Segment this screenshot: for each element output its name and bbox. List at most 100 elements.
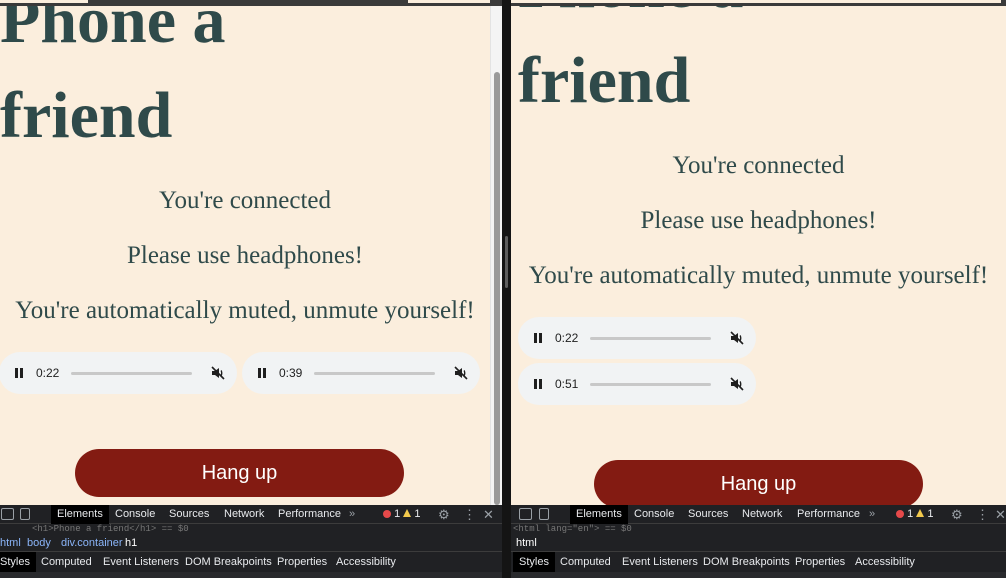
error-count: 1 xyxy=(394,508,401,520)
headphones-message: Please use headphones! xyxy=(640,207,877,234)
issues-counter[interactable]: 1 1 xyxy=(383,505,420,524)
warning-icon xyxy=(916,509,925,517)
kebab-menu-icon[interactable]: ⋮ xyxy=(976,505,989,524)
vertical-scrollbar[interactable] xyxy=(490,0,502,505)
tab-sources[interactable]: Sources xyxy=(163,505,215,524)
browser-pane-right: Phone a friend You're connected Please u… xyxy=(511,0,1006,578)
window-top-edge xyxy=(0,0,502,6)
styles-filter-strip xyxy=(0,572,502,578)
devtools-tabbar: Elements Console Sources Network Perform… xyxy=(0,505,502,524)
audio-player[interactable]: 0:51 xyxy=(518,363,756,405)
close-icon[interactable]: ✕ xyxy=(483,505,494,524)
volume-muted-icon[interactable] xyxy=(730,331,744,345)
pause-icon[interactable] xyxy=(532,332,544,344)
error-icon xyxy=(896,510,904,518)
audio-player[interactable]: 0:22 xyxy=(0,352,237,394)
breadcrumb-div-container[interactable]: div.container xyxy=(61,534,123,552)
audio-time: 0:51 xyxy=(555,377,579,391)
pane-divider[interactable] xyxy=(502,0,511,578)
tab-performance[interactable]: Performance xyxy=(272,505,347,524)
headphones-message: Please use headphones! xyxy=(126,242,364,269)
dom-tree-line[interactable]: <html lang="en"> == $0 xyxy=(511,524,1006,534)
devtools-tabbar: Elements Console Sources Network Perform… xyxy=(511,505,1006,524)
page-content: Phone a friend You're connected Please u… xyxy=(511,0,1006,505)
status-message: You're connected xyxy=(672,152,845,179)
tab-console[interactable]: Console xyxy=(628,505,680,524)
subtab-dom-breakpoints[interactable]: DOM Breakpoints xyxy=(179,552,278,572)
kebab-menu-icon[interactable]: ⋮ xyxy=(463,505,476,524)
volume-muted-icon[interactable] xyxy=(211,366,225,380)
inspect-element-icon[interactable] xyxy=(1,508,14,520)
audio-progress-track[interactable] xyxy=(590,337,711,340)
tab-elements[interactable]: Elements xyxy=(51,505,109,524)
more-tabs-button[interactable]: » xyxy=(343,505,361,524)
breadcrumb-h1[interactable]: h1 xyxy=(125,534,137,552)
pause-icon[interactable] xyxy=(256,367,268,379)
devtools-panel: Elements Console Sources Network Perform… xyxy=(511,505,1006,578)
audio-progress-track[interactable] xyxy=(314,372,435,375)
subtab-computed[interactable]: Computed xyxy=(554,552,617,572)
pause-icon[interactable] xyxy=(532,378,544,390)
volume-muted-icon[interactable] xyxy=(730,377,744,391)
tab-sources[interactable]: Sources xyxy=(682,505,734,524)
subtab-event-listeners[interactable]: Event Listeners xyxy=(97,552,185,572)
subtab-styles[interactable]: Styles xyxy=(0,552,36,572)
tab-network[interactable]: Network xyxy=(736,505,788,524)
warning-icon xyxy=(403,509,412,517)
muted-message: You're automatically muted, unmute yours… xyxy=(15,297,475,324)
audio-time: 0:22 xyxy=(555,331,579,345)
audio-time: 0:22 xyxy=(36,366,60,380)
warning-count: 1 xyxy=(414,508,421,520)
issues-counter[interactable]: 1 1 xyxy=(896,505,933,524)
warning-count: 1 xyxy=(927,508,934,520)
audio-player[interactable]: 0:22 xyxy=(518,317,756,359)
breadcrumb: html body div.container h1 xyxy=(0,534,502,552)
page-title: friend xyxy=(0,79,173,152)
tab-network[interactable]: Network xyxy=(218,505,270,524)
subtab-dom-breakpoints[interactable]: DOM Breakpoints xyxy=(697,552,796,572)
styles-filter-strip xyxy=(511,572,1006,578)
hang-up-button[interactable]: Hang up xyxy=(75,449,404,497)
tab-elements[interactable]: Elements xyxy=(570,505,628,524)
subtab-event-listeners[interactable]: Event Listeners xyxy=(616,552,704,572)
error-icon xyxy=(383,510,391,518)
subtab-styles[interactable]: Styles xyxy=(513,552,555,572)
styles-subtabbar: Styles Computed Event Listeners DOM Brea… xyxy=(0,552,502,572)
divider-grip[interactable] xyxy=(505,236,508,288)
gear-icon[interactable]: ⚙ xyxy=(438,505,450,524)
breadcrumb: html xyxy=(511,534,1006,552)
breadcrumb-html[interactable]: html xyxy=(0,534,21,552)
subtab-accessibility[interactable]: Accessibility xyxy=(330,552,402,572)
subtab-computed[interactable]: Computed xyxy=(35,552,98,572)
volume-muted-icon[interactable] xyxy=(454,366,468,380)
subtab-accessibility[interactable]: Accessibility xyxy=(849,552,921,572)
device-toolbar-icon[interactable] xyxy=(20,508,30,520)
page-title: friend xyxy=(518,44,691,117)
page-content: Phone a friend You're connected Please u… xyxy=(0,0,490,505)
subtab-properties[interactable]: Properties xyxy=(271,552,333,572)
close-icon[interactable]: ✕ xyxy=(995,505,1006,524)
audio-progress-track[interactable] xyxy=(590,383,711,386)
inspect-element-icon[interactable] xyxy=(519,508,532,520)
tab-console[interactable]: Console xyxy=(109,505,161,524)
scrollbar-thumb[interactable] xyxy=(494,72,500,505)
audio-player[interactable]: 0:39 xyxy=(242,352,480,394)
hang-up-button[interactable]: Hang up xyxy=(594,460,923,505)
breadcrumb-body[interactable]: body xyxy=(27,534,51,552)
audio-time: 0:39 xyxy=(279,366,303,380)
status-message: You're connected xyxy=(158,187,332,214)
browser-pane-left: Phone a friend You're connected Please u… xyxy=(0,0,502,578)
audio-progress-track[interactable] xyxy=(71,372,192,375)
window-top-edge xyxy=(511,0,1006,6)
tab-performance[interactable]: Performance xyxy=(791,505,866,524)
muted-message: You're automatically muted, unmute yours… xyxy=(528,262,989,289)
dom-tree-line[interactable]: <h1>Phone a friend</h1> == $0 xyxy=(0,524,502,534)
styles-subtabbar: Styles Computed Event Listeners DOM Brea… xyxy=(511,552,1006,572)
pause-icon[interactable] xyxy=(13,367,25,379)
more-tabs-button[interactable]: » xyxy=(863,505,881,524)
subtab-properties[interactable]: Properties xyxy=(789,552,851,572)
page-title: Phone a xyxy=(0,0,226,57)
breadcrumb-html[interactable]: html xyxy=(516,534,537,552)
device-toolbar-icon[interactable] xyxy=(539,508,549,520)
gear-icon[interactable]: ⚙ xyxy=(951,505,963,524)
